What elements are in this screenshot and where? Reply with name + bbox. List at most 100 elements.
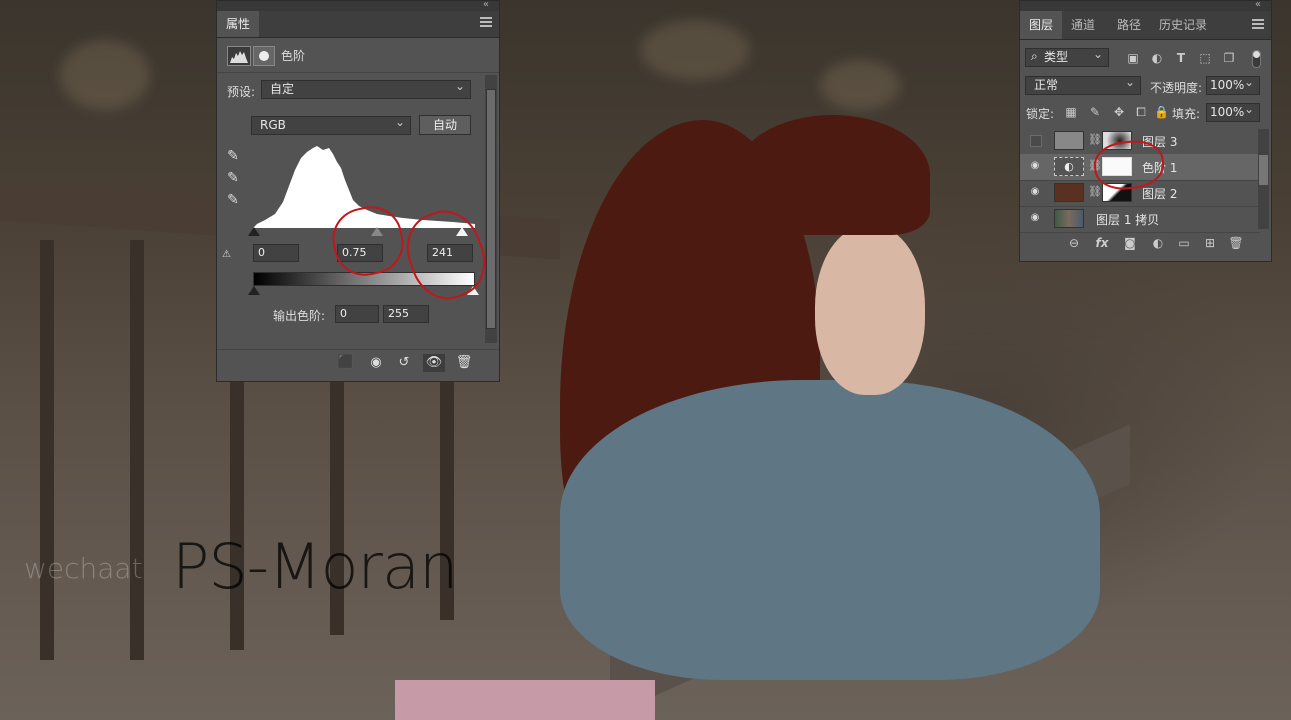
layer-name[interactable]: 图层 1 拷贝 (1096, 211, 1159, 228)
layers-bottom-bar: ⊖ fx ◙ ◐ ▭ ⊞ 🗑 (1020, 231, 1271, 255)
filter-pixel-icon[interactable]: ▣ (1126, 51, 1140, 65)
layer-thumbnail (1054, 209, 1084, 228)
filter-type-value: 类型 (1044, 50, 1069, 64)
layer-thumbnail (1054, 131, 1084, 150)
layers-tabstrip: 图层 通道 路径 历史记录 (1020, 11, 1271, 40)
output-white-field[interactable]: 255 (383, 305, 429, 323)
properties-scrollbar[interactable] (485, 75, 497, 343)
layer-name[interactable]: 图层 2 (1142, 185, 1177, 202)
fence-slat (130, 240, 144, 660)
clip-icon[interactable]: ⬛ (335, 354, 357, 372)
input-black-field[interactable]: 0 (253, 244, 299, 262)
visibility-off-toggle[interactable] (1030, 135, 1042, 147)
preset-select[interactable]: 自定 (261, 78, 471, 99)
properties-header: 色阶 (217, 38, 499, 73)
tab-channels[interactable]: 通道 (1062, 11, 1104, 39)
filter-smart-object-icon[interactable]: ❐ (1222, 51, 1236, 65)
panel-menu-icon[interactable] (480, 17, 492, 27)
panel-collapse-bar[interactable]: « (217, 0, 499, 11)
layers-panel: « 图层 通道 路径 历史记录 ⌕ 类型 ▣ ◐ T ⬚ ❐ 正常 不透明度: … (1019, 0, 1272, 262)
layer-thumbnail (1054, 183, 1084, 202)
filter-type-select[interactable]: ⌕ 类型 (1025, 46, 1109, 67)
lock-transparent-icon[interactable]: ▦ (1064, 105, 1078, 119)
properties-panel: « 属性 色阶 预设: 自定 RGB 自动 ✎ ✎ ✎ ⚠ 0 0.75 241… (216, 0, 500, 382)
fx-icon[interactable]: fx (1094, 235, 1110, 251)
adjustment-title: 色阶 (281, 49, 306, 63)
model-sweater (560, 380, 1100, 680)
search-icon: ⌕ (1031, 49, 1038, 63)
filter-toggle[interactable] (1252, 50, 1261, 68)
preset-value: 自定 (270, 82, 295, 96)
eye-icon[interactable]: ◉ (1029, 213, 1041, 223)
collapse-icon[interactable]: « (483, 0, 489, 10)
lock-artboard-icon[interactable]: ⧠ (1134, 105, 1148, 119)
layer-row-1-copy[interactable]: ◉ 图层 1 拷贝 (1020, 206, 1260, 233)
tab-history[interactable]: 历史记录 (1150, 11, 1216, 39)
eyedropper-white-icon[interactable]: ✎ (225, 192, 241, 208)
panel-menu-icon[interactable] (1252, 19, 1264, 29)
opacity-field[interactable]: 100% (1206, 74, 1260, 95)
watermark-small: wechaat (24, 552, 143, 585)
link-icon[interactable]: ⛓ (1088, 185, 1102, 198)
lock-paint-icon[interactable]: ✎ (1088, 105, 1102, 119)
blend-mode-select[interactable]: 正常 (1025, 74, 1141, 95)
trash-icon[interactable]: 🗑 (453, 354, 475, 372)
trash-icon[interactable]: 🗑 (1228, 235, 1244, 251)
lock-position-icon[interactable]: ✥ (1112, 105, 1126, 119)
eyedropper-black-icon[interactable]: ✎ (225, 148, 241, 164)
model-skirt (395, 680, 655, 720)
model-face (815, 225, 925, 395)
folder-icon[interactable]: ▭ (1176, 235, 1192, 251)
input-black-slider[interactable] (248, 227, 260, 236)
visibility-icon[interactable]: 👁 (423, 354, 445, 372)
adjustment-icon[interactable]: ◐ (1150, 235, 1166, 251)
blend-mode-value: 正常 (1034, 78, 1059, 92)
properties-bottom-bar: ⬛ ◉ ↺ 👁 🗑 (217, 349, 499, 376)
scrollbar-thumb[interactable] (486, 89, 496, 329)
view-previous-icon[interactable]: ◉ (365, 354, 387, 372)
filter-adjustment-icon[interactable]: ◐ (1150, 51, 1164, 65)
opacity-label: 不透明度: (1150, 81, 1203, 95)
reset-icon[interactable]: ↺ (393, 354, 415, 372)
bokeh-light (640, 20, 750, 80)
tab-paths[interactable]: 路径 (1108, 11, 1150, 39)
output-levels-label: 输出色阶: (273, 309, 326, 323)
fill-label: 填充: (1172, 107, 1201, 121)
bokeh-light (60, 40, 150, 110)
fence-slat (40, 240, 54, 660)
bokeh-light (820, 60, 900, 110)
tab-layers[interactable]: 图层 (1020, 11, 1063, 39)
channel-select[interactable]: RGB (251, 114, 411, 135)
scrollbar-thumb[interactable] (1259, 155, 1268, 185)
new-layer-icon[interactable]: ⊞ (1202, 235, 1218, 251)
output-black-field[interactable]: 0 (335, 305, 379, 323)
filter-shape-icon[interactable]: ⬚ (1198, 51, 1212, 65)
channel-value: RGB (260, 118, 286, 132)
levels-icon[interactable] (227, 46, 251, 66)
auto-button[interactable]: 自动 (419, 115, 471, 135)
eyedropper-gray-icon[interactable]: ✎ (225, 170, 241, 186)
link-icon[interactable]: ⛓ (1088, 133, 1102, 146)
collapse-icon[interactable]: « (1255, 0, 1261, 10)
fill-value: 100% (1210, 105, 1245, 119)
lock-all-icon[interactable]: 🔒 (1154, 105, 1169, 119)
properties-tabstrip: 属性 (217, 11, 499, 38)
mask-icon[interactable] (253, 46, 275, 66)
eye-icon[interactable]: ◉ (1029, 161, 1041, 171)
warning-icon[interactable]: ⚠ (222, 249, 231, 260)
add-mask-icon[interactable]: ◙ (1122, 235, 1138, 251)
layers-collapse-bar[interactable]: « (1020, 0, 1271, 11)
layers-scrollbar[interactable] (1258, 129, 1269, 229)
opacity-value: 100% (1210, 78, 1245, 92)
layer-filter-row: ⌕ 类型 ▣ ◐ T ⬚ ❐ (1020, 45, 1271, 72)
fill-field[interactable]: 100% (1206, 101, 1260, 122)
adjustment-thumbnail: ◐ (1054, 157, 1084, 176)
preset-label: 预设: (227, 85, 256, 99)
output-black-slider[interactable] (248, 286, 260, 295)
model-bangs (735, 115, 930, 235)
link-icon[interactable]: ⊖ (1066, 235, 1082, 251)
lock-label: 锁定: (1026, 107, 1055, 121)
eye-icon[interactable]: ◉ (1029, 187, 1041, 197)
tab-properties[interactable]: 属性 (217, 11, 260, 37)
filter-type-icon[interactable]: T (1174, 51, 1188, 65)
